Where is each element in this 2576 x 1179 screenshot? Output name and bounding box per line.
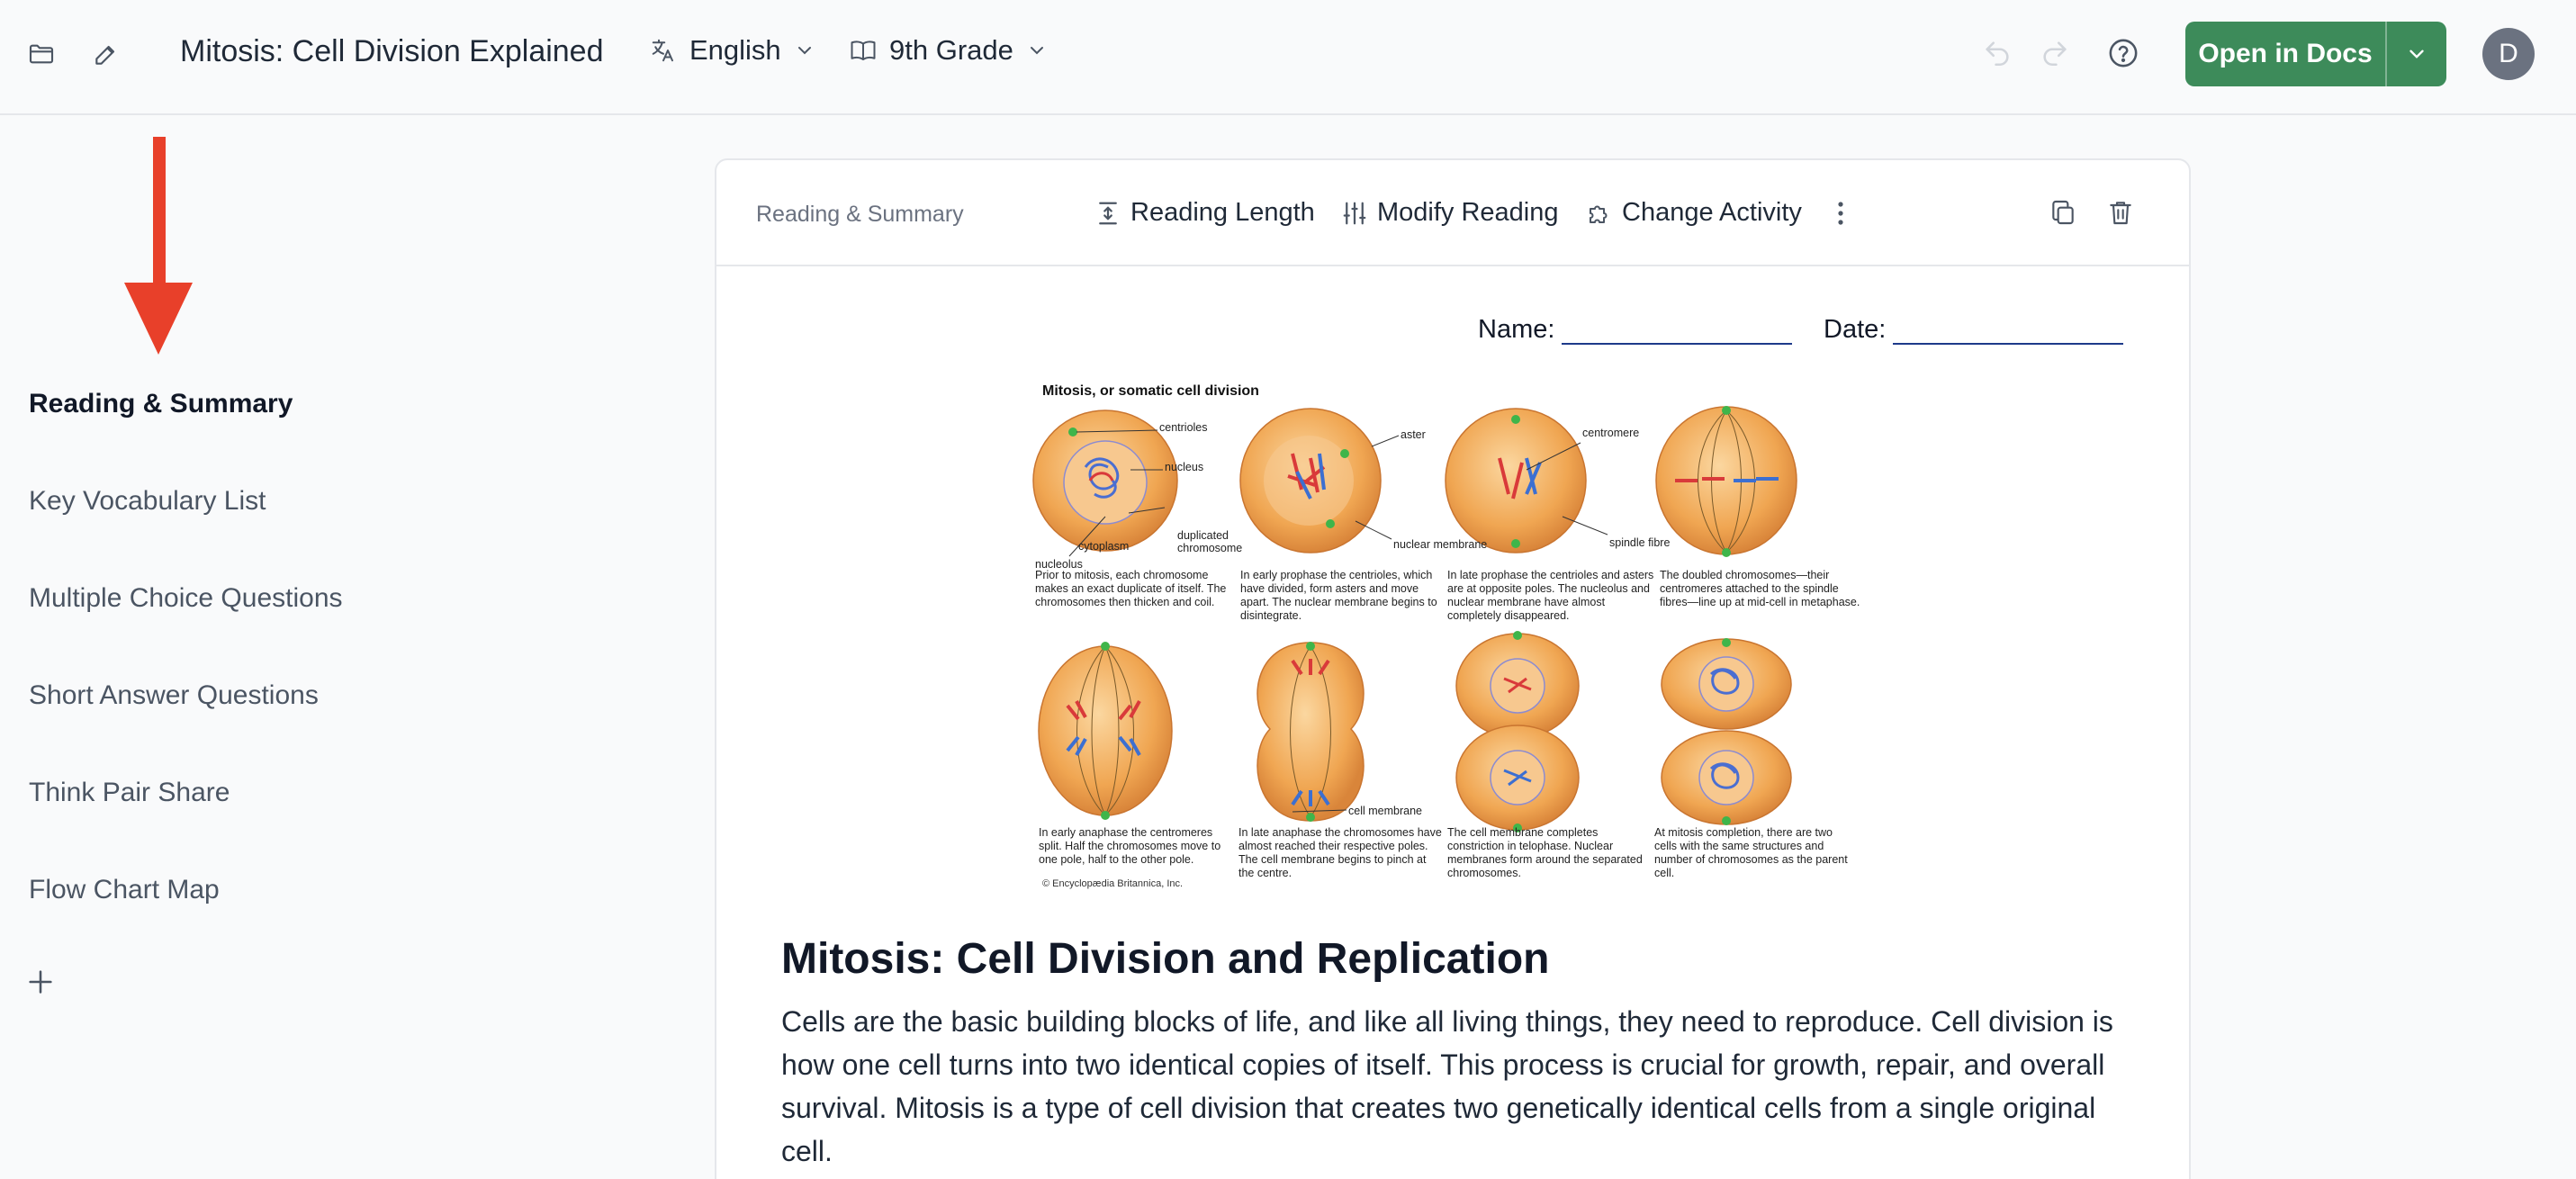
sidebar-item-short-answer[interactable]: Short Answer Questions — [29, 680, 319, 711]
folder-icon[interactable] — [25, 38, 58, 70]
reading-length-button[interactable]: Reading Length — [1094, 198, 1315, 228]
caption-stage-4: The doubled chromosomes—their centromere… — [1660, 569, 1860, 608]
chevron-down-icon — [797, 47, 811, 55]
grade-label: 9th Grade — [889, 34, 1013, 66]
caption-stage-2: In early prophase the centrioles, which … — [1240, 569, 1437, 622]
sidebar-item-reading-summary[interactable]: Reading & Summary — [29, 389, 293, 419]
book-icon — [851, 40, 876, 60]
plus-icon[interactable] — [25, 967, 56, 997]
label-centromere: centromere — [1582, 427, 1640, 439]
sidebar-item-key-vocabulary[interactable]: Key Vocabulary List — [29, 486, 266, 517]
label-centrioles: centrioles — [1159, 421, 1208, 434]
chevron-down-icon — [2409, 50, 2424, 58]
reading-length-label: Reading Length — [1130, 198, 1315, 227]
caption-stage-3: In late prophase the centrioles and aste… — [1447, 569, 1654, 622]
open-in-docs-button[interactable]: Open in Docs — [2185, 22, 2446, 86]
sliders-icon — [1343, 202, 1366, 224]
help-icon[interactable] — [2108, 38, 2140, 70]
undo-icon[interactable] — [1982, 38, 2014, 70]
redo-icon[interactable] — [2040, 38, 2072, 70]
figure-copyright: © Encyclopædia Britannica, Inc. — [1042, 878, 1184, 889]
reading-length-icon — [1099, 202, 1117, 224]
document-title[interactable]: Mitosis: Cell Division Explained — [180, 34, 604, 69]
card-toolbar: Reading & Summary Reading Length Modify … — [716, 160, 2189, 266]
language-select[interactable]: English — [650, 34, 815, 67]
activity-card: Reading & Summary Reading Length Modify … — [715, 158, 2191, 1179]
trash-icon[interactable] — [2106, 198, 2137, 229]
open-in-docs-label[interactable]: Open in Docs — [2185, 22, 2387, 86]
avatar[interactable]: D — [2482, 28, 2535, 80]
date-label: Date: — [1824, 315, 1887, 344]
modify-reading-button[interactable]: Modify Reading — [1341, 198, 1559, 228]
edit-icon[interactable] — [90, 38, 122, 70]
name-label: Name: — [1478, 315, 1555, 344]
label-duplicated-chromosome: duplicated chromosome — [1177, 529, 1243, 554]
sidebar-item-multiple-choice[interactable]: Multiple Choice Questions — [29, 583, 343, 614]
chevron-down-icon — [1030, 47, 1043, 55]
modify-reading-label: Modify Reading — [1377, 198, 1559, 227]
label-cell-membrane: cell membrane — [1348, 805, 1422, 817]
copy-icon[interactable] — [2049, 198, 2079, 229]
translate-icon — [652, 39, 673, 62]
name-field[interactable]: Name: — [1478, 315, 1793, 345]
section-label: Reading & Summary — [756, 202, 964, 227]
more-vertical-icon[interactable] — [1836, 200, 1845, 227]
open-in-docs-dropdown[interactable] — [2387, 22, 2446, 86]
sidebar-item-flow-chart-map[interactable]: Flow Chart Map — [29, 875, 220, 905]
article-body: Cells are the basic building blocks of l… — [781, 1005, 2113, 1167]
date-field[interactable]: Date: — [1824, 315, 2124, 345]
language-label: English — [689, 34, 781, 66]
change-activity-button[interactable]: Change Activity — [1586, 198, 1802, 228]
top-bar: Mitosis: Cell Division Explained English… — [0, 0, 2576, 115]
caption-stage-1: Prior to mitosis, each chromosome makes … — [1035, 569, 1227, 608]
mitosis-diagram: Mitosis, or somatic cell division centri… — [1022, 382, 1869, 904]
caption-stage-5: In early anaphase the centromeres split.… — [1039, 826, 1221, 866]
name-line[interactable] — [1562, 320, 1793, 345]
label-aster: aster — [1401, 428, 1426, 441]
caption-stage-6: In late anaphase the chromosomes have al… — [1238, 826, 1442, 879]
change-activity-label: Change Activity — [1622, 198, 1802, 227]
label-nucleus: nucleus — [1165, 461, 1204, 473]
puzzle-icon — [1590, 205, 1608, 223]
label-cytoplasm: cytoplasm — [1078, 540, 1130, 553]
label-nuclear-membrane: nuclear membrane — [1393, 538, 1488, 551]
sidebar: Reading & Summary Key Vocabulary List Mu… — [0, 117, 684, 1179]
date-line[interactable] — [1893, 320, 2124, 345]
caption-stage-7: The cell membrane completes constriction… — [1447, 826, 1643, 879]
caption-stage-8: At mitosis completion, there are two cel… — [1654, 826, 1848, 879]
label-spindle-fibre: spindle fibre — [1609, 536, 1671, 549]
sidebar-item-think-pair-share[interactable]: Think Pair Share — [29, 778, 230, 808]
mitosis-illustration — [1032, 406, 1797, 832]
article-title: Mitosis: Cell Division and Replication — [781, 935, 1550, 983]
annotation-arrow — [124, 137, 193, 355]
grade-select[interactable]: 9th Grade — [850, 34, 1048, 67]
